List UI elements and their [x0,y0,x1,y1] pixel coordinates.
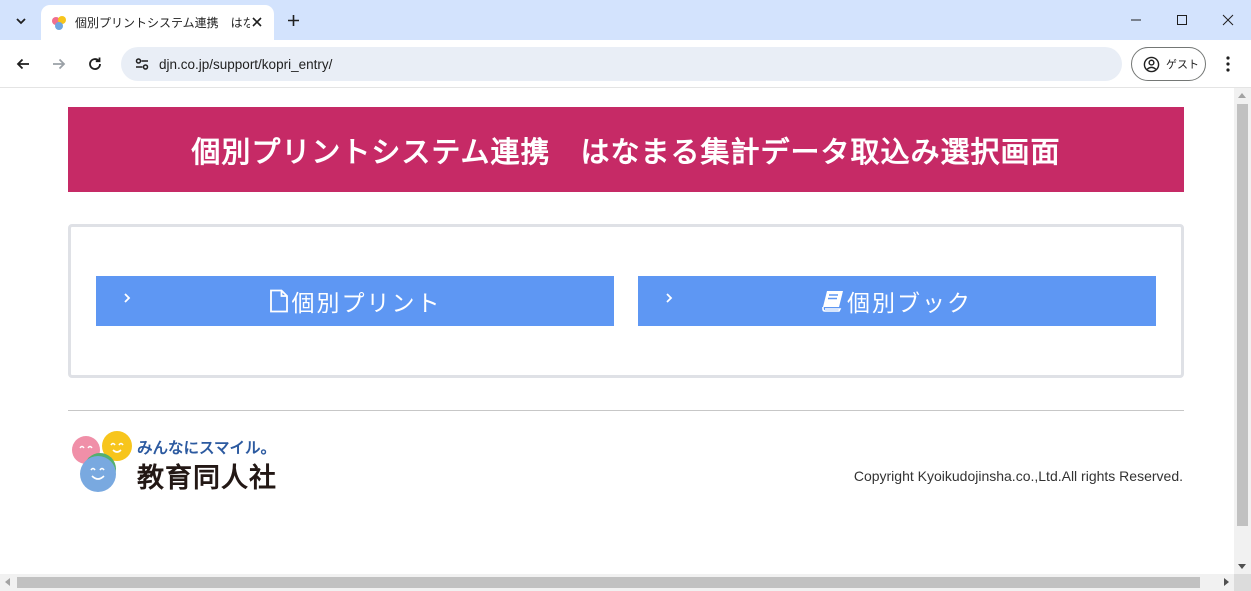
copyright-text: Copyright Kyoikudojinsha.co.,Ltd.All rig… [853,468,1183,484]
new-tab-button[interactable] [282,8,304,32]
window-close-button[interactable] [1205,0,1251,40]
browser-toolbar: djn.co.jp/support/kopri_entry/ ゲスト [0,40,1251,88]
site-info-button[interactable] [131,53,153,75]
page-viewport: 個別プリントシステム連携 はなまる集計データ取込み選択画面 個別プリント 個別ブ… [0,88,1251,591]
tab-close-button[interactable] [248,13,266,31]
maximize-icon [1177,15,1187,25]
scroll-right-arrow[interactable] [1224,578,1229,586]
logo-company-name: 教育同人社 [137,463,277,494]
profile-button[interactable]: ゲスト [1131,47,1206,81]
scroll-up-arrow[interactable] [1238,93,1246,98]
kobetsu-print-button[interactable]: 個別プリント [96,276,614,326]
close-icon [252,17,262,27]
close-icon [1222,14,1234,26]
active-tab[interactable]: 個別プリントシステム連携 はなまる [41,5,274,40]
kobetsu-book-button[interactable]: 個別ブック [638,276,1156,326]
chevron-down-icon [16,18,26,25]
tune-icon [135,58,149,70]
profile-label: ゲスト [1166,58,1199,71]
selection-panel: 個別プリント 個別ブック [68,224,1184,378]
url-text: djn.co.jp/support/kopri_entry/ [159,56,333,72]
address-bar[interactable]: djn.co.jp/support/kopri_entry/ [121,47,1122,81]
tab-title: 個別プリントシステム連携 はなまる [75,16,250,30]
plus-icon [287,14,299,26]
file-icon [269,289,288,313]
footer-divider [68,410,1184,411]
chevron-right-icon [666,293,673,303]
account-icon [1143,56,1160,72]
page-title: 個別プリントシステム連携 はなまる集計データ取込み選択画面 [191,134,1061,169]
horizontal-scroll-thumb[interactable] [17,577,1200,588]
scrollbar-corner [1234,574,1251,591]
scroll-left-arrow[interactable] [5,578,10,586]
reload-icon [89,57,101,70]
chevron-right-icon [124,293,131,303]
company-logo: みんなにスマイル。 教育同人社 [70,428,292,498]
minimize-icon [1131,19,1141,21]
arrow-right-icon [53,58,66,70]
horizontal-scrollbar[interactable] [0,574,1234,591]
minimize-button[interactable] [1113,0,1159,40]
smile-faces-icon [72,431,132,492]
arrow-left-icon [16,58,29,70]
more-vert-icon [1226,56,1230,72]
logo-tagline: みんなにスマイル。 [137,439,277,457]
tab-strip: 個別プリントシステム連携 はなまる [0,0,1251,40]
browser-menu-button[interactable] [1216,50,1240,78]
favicon-icon [52,15,66,30]
back-button[interactable] [9,50,37,78]
forward-button[interactable] [45,50,73,78]
page-header: 個別プリントシステム連携 はなまる集計データ取込み選択画面 [68,107,1184,192]
maximize-button[interactable] [1159,0,1205,40]
scroll-down-arrow[interactable] [1238,564,1246,569]
vertical-scrollbar[interactable] [1234,88,1251,574]
reload-button[interactable] [81,50,109,78]
vertical-scroll-thumb[interactable] [1237,104,1248,526]
kobetsu-book-label: 個別ブック [847,291,972,317]
book-icon [822,291,843,312]
tab-search-button[interactable] [8,8,34,34]
kobetsu-print-label: 個別プリント [291,291,442,317]
